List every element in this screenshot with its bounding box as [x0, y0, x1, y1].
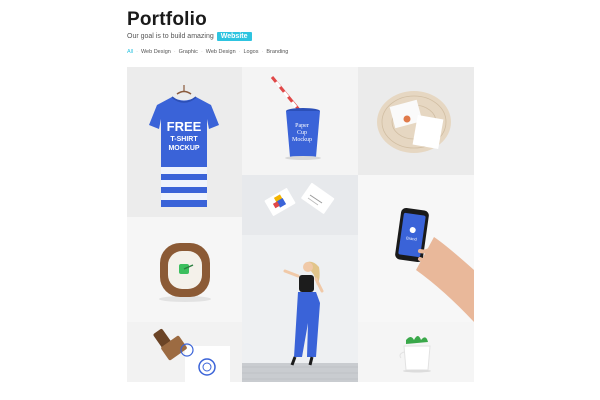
- filter-logos[interactable]: Logos: [243, 49, 261, 55]
- subtitle-text: Our goal is to build amazing: [127, 33, 214, 40]
- cup-line1: Paper: [295, 123, 309, 129]
- portfolio-item-plant[interactable]: [358, 322, 474, 382]
- portfolio-item-business-cards[interactable]: [242, 175, 358, 235]
- fashion-photo: [242, 235, 358, 382]
- page-title: Portfolio: [127, 9, 207, 30]
- filter-graphic[interactable]: Graphic: [179, 49, 201, 55]
- portfolio-item-phone[interactable]: Brand: [358, 175, 474, 322]
- filter-all[interactable]: All: [127, 49, 136, 55]
- stamp-image: [127, 322, 242, 382]
- portfolio-item-cup[interactable]: Paper Cup Mockup: [242, 67, 358, 175]
- business-cards-image: [242, 175, 358, 235]
- portfolio-item-clock[interactable]: [127, 217, 242, 322]
- tshirt-line1: FREE: [167, 119, 202, 134]
- plant-image: [358, 322, 474, 382]
- tshirt-line3: MOCKUP: [168, 145, 199, 152]
- cup-line2: Cup: [297, 130, 307, 136]
- portfolio-item-tshirt[interactable]: FREE T-SHIRT MOCKUP: [127, 67, 242, 217]
- tshirt-line2: T-SHIRT: [170, 136, 198, 143]
- phone-hand-image: Brand: [358, 175, 474, 322]
- filter-bar: All · Web Design · Graphic · Web Design …: [127, 49, 291, 55]
- cup-image: Paper Cup Mockup: [242, 67, 358, 175]
- filter-web-design-2[interactable]: Web Design: [206, 49, 239, 55]
- cup-line3: Mockup: [292, 137, 312, 143]
- portfolio-item-stationery[interactable]: [358, 67, 474, 175]
- page-subtitle: Our goal is to build amazing Website: [127, 32, 252, 41]
- stationery-image: [358, 67, 474, 175]
- portfolio-item-fashion[interactable]: [242, 235, 358, 382]
- filter-branding[interactable]: Branding: [266, 49, 291, 55]
- website-badge[interactable]: Website: [216, 32, 252, 41]
- portfolio-item-stamp[interactable]: [127, 322, 242, 382]
- filter-web-design[interactable]: Web Design: [141, 49, 174, 55]
- clock-image: [127, 217, 242, 322]
- tshirt-image: FREE T-SHIRT MOCKUP: [127, 67, 242, 217]
